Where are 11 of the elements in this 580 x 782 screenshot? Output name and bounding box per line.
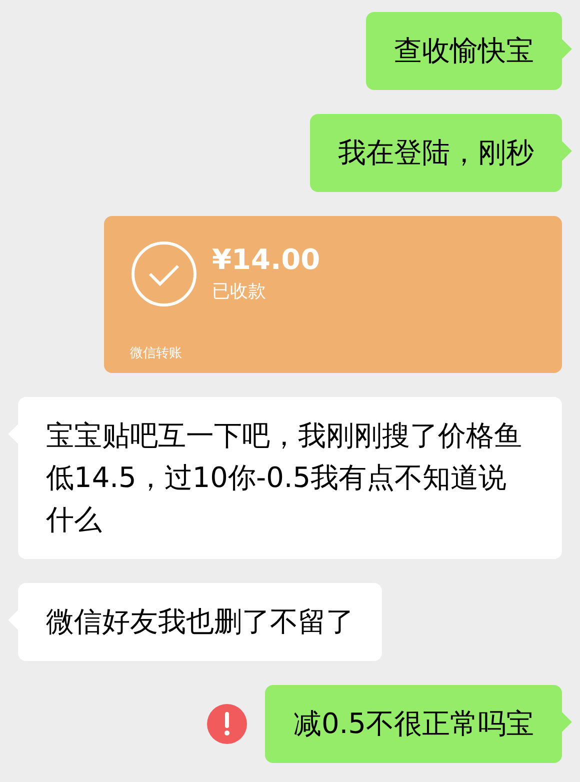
transfer-card[interactable]: ¥14.00 已收款 微信转账 [104, 216, 562, 373]
transfer-amount: ¥14.00 [212, 242, 320, 278]
check-circle-icon [130, 240, 198, 308]
transfer-footer: 微信转账 [130, 344, 562, 363]
message-bubble: 查收愉快宝 [366, 12, 562, 90]
message-bubble: 微信好友我也删了不留了 [18, 583, 382, 661]
message-bubble: 宝宝贴吧互一下吧，我刚刚搜了价格鱼低14.5，过10你-0.5我有点不知道说什么 [18, 397, 562, 559]
transfer-status: 已收款 [212, 280, 267, 304]
message-bubble: 减0.5不很正常吗宝 [265, 685, 562, 763]
error-icon[interactable] [207, 704, 248, 744]
message-bubble: 我在登陆，刚秒 [310, 114, 562, 192]
